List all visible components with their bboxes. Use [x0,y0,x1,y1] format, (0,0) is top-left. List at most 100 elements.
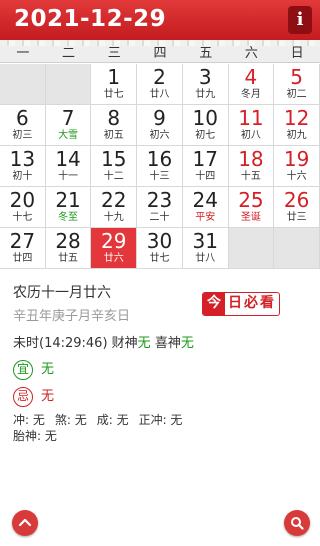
day-cell[interactable]: 7 大雪 [45,105,92,146]
day-number: 15 [101,147,127,171]
app-header: 2021-12-29 i [0,0,320,40]
empty-day-cell [274,228,320,269]
day-cell[interactable]: 17 十四 [182,146,229,187]
day-number: 4 [244,65,258,89]
day-number: 14 [55,147,81,171]
empty-day-cell [0,64,46,105]
lunar-day-label: 十一 [58,171,79,182]
lunar-day-label: 平安 [195,212,216,223]
day-number: 31 [192,229,218,253]
day-cell[interactable]: 6 初三 [0,105,46,146]
lunar-day-label: 初十 [12,171,33,182]
day-cell[interactable]: 31 廿八 [182,228,229,269]
day-cell[interactable]: 20 十七 [0,187,46,228]
day-cell[interactable]: 3 廿九 [182,64,229,105]
weekday-label: 三 [107,46,121,61]
weekday-label: 四 [153,46,167,61]
lunar-day-label: 廿三 [286,212,307,223]
lunar-day-label: 十四 [195,171,216,182]
day-cell[interactable]: 12 初九 [274,105,320,146]
time-gods-line: 未时(14:29:46) 财神无 喜神无 [13,332,194,351]
day-number: 13 [9,147,36,171]
day-number: 8 [107,106,121,130]
caishen-value: 无 [137,336,151,351]
scroll-up-button[interactable] [12,510,38,536]
lunar-day-label: 十二 [103,171,124,182]
day-cell[interactable]: 11 初八 [228,105,275,146]
day-number: 23 [146,188,173,212]
chong-sha-block: 冲: 无煞: 无成: 无正冲: 无 胎神: 无 [13,412,192,444]
empty-day-cell [228,228,275,269]
day-cell[interactable]: 16 十三 [137,146,183,187]
day-cell[interactable]: 5 初二 [274,64,320,105]
day-number: 7 [61,106,75,130]
day-cell[interactable]: 14 十一 [45,146,92,187]
current-date-title[interactable]: 2021-12-29 [14,6,166,32]
day-cell-today[interactable]: 29 廿六 [91,228,138,269]
lunar-day-label: 初二 [286,89,307,100]
day-cell[interactable]: 10 初七 [182,105,229,146]
day-number: 20 [9,188,36,212]
lunar-day-label: 廿五 [58,253,79,264]
info-button[interactable]: i [288,6,312,34]
search-icon [291,517,304,530]
yi-row: 宜无 [13,358,54,380]
day-number: 25 [238,188,264,212]
weekday-header: 一二三四五六日 [0,46,320,63]
day-number: 29 [101,229,127,253]
day-cell[interactable]: 24 平安 [182,187,229,228]
ji-row: 忌无 [13,385,54,407]
chevron-up-icon [18,518,32,527]
day-number: 17 [192,147,218,171]
day-cell[interactable]: 27 廿四 [0,228,46,269]
day-cell[interactable]: 15 十二 [91,146,138,187]
yi-badge: 宜 [13,359,33,380]
lunar-day-label: 十三 [149,171,170,182]
lunar-day-label: 初五 [103,130,124,141]
weekday-label: 一 [16,46,30,61]
zhengchong-text: 正冲: 无 [138,413,183,427]
xishen-label: 喜神 [150,336,181,351]
day-cell[interactable]: 30 廿七 [137,228,183,269]
day-number: 9 [153,106,166,130]
day-number: 6 [15,106,29,130]
day-cell[interactable]: 8 初五 [91,105,138,146]
day-cell[interactable]: 22 十九 [91,187,138,228]
day-cell[interactable]: 28 廿五 [45,228,92,269]
ji-badge: 忌 [13,386,33,407]
day-number: 1 [107,65,121,89]
lunar-day-label: 廿四 [12,253,33,264]
weekday-label: 五 [199,46,213,61]
day-number: 5 [290,65,303,89]
day-number: 26 [283,188,310,212]
lunar-day-label: 大雪 [58,130,79,141]
day-cell[interactable]: 19 十六 [274,146,320,187]
empty-day-cell [45,64,92,105]
day-number: 11 [238,106,264,130]
search-button[interactable] [284,510,310,536]
day-cell[interactable]: 1 廿七 [91,64,138,105]
yi-value: 无 [41,362,55,377]
day-number: 2 [153,65,166,89]
day-number: 10 [192,106,218,130]
day-number: 21 [55,188,81,212]
lunar-day-label: 二十 [149,212,170,223]
day-cell[interactable]: 4 冬月 [228,64,275,105]
day-cell[interactable]: 9 初六 [137,105,183,146]
xishen-value: 无 [180,336,194,351]
day-cell[interactable]: 18 十五 [228,146,275,187]
day-cell[interactable]: 23 二十 [137,187,183,228]
day-cell[interactable]: 2 廿八 [137,64,183,105]
lunar-date: 农历十一月廿六 [13,285,111,301]
day-number: 30 [146,229,173,253]
day-cell[interactable]: 13 初十 [0,146,46,187]
day-cell[interactable]: 25 圣诞 [228,187,275,228]
must-see-button[interactable]: 今 日必看 [202,292,280,316]
day-number: 24 [192,188,218,212]
lunar-day-label: 廿七 [149,253,170,264]
day-cell[interactable]: 21 冬至 [45,187,92,228]
day-cell[interactable]: 26 廿三 [274,187,320,228]
weekday-label: 二 [62,46,76,61]
sha-text: 煞: 无 [54,413,87,427]
lunar-day-label: 冬至 [58,212,79,223]
